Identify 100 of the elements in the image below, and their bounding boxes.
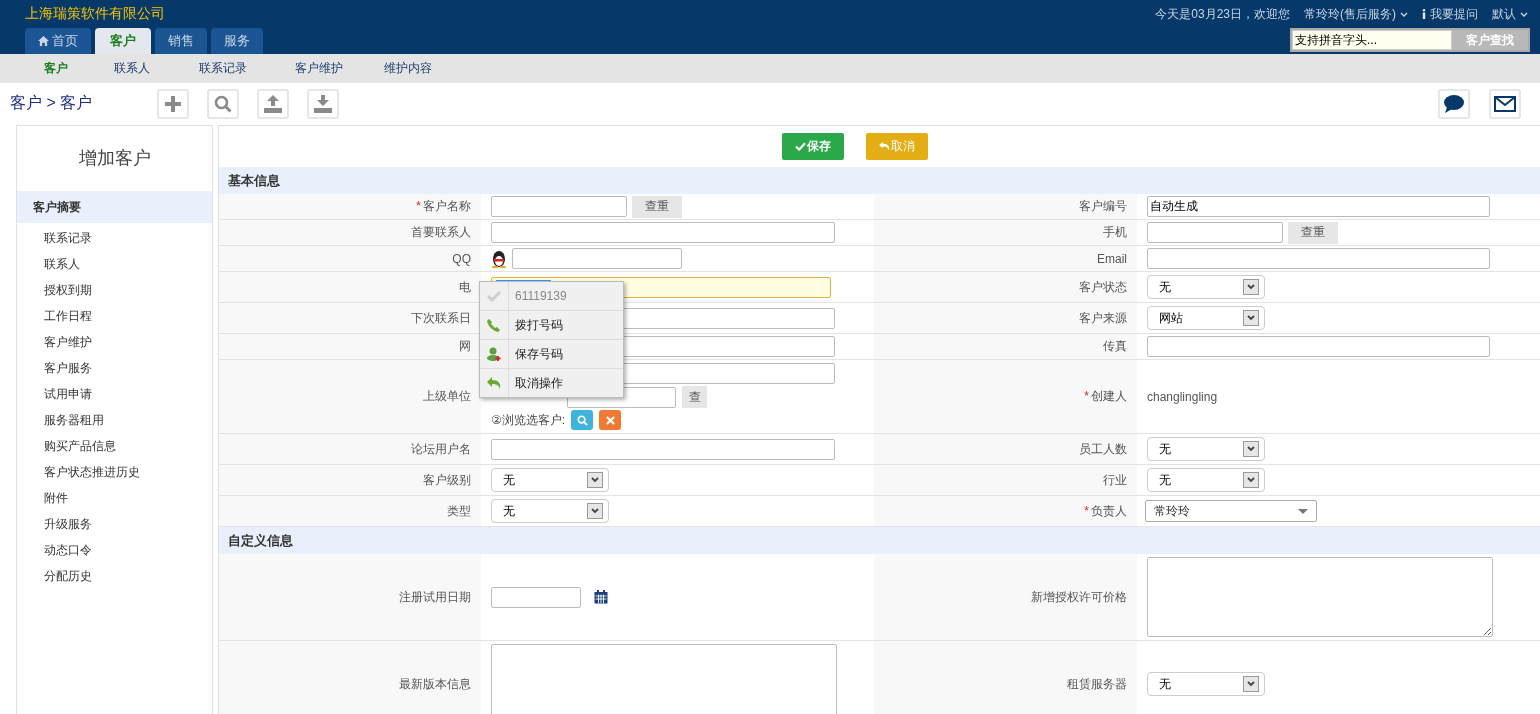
field-label: * 创建人 [1084, 388, 1127, 405]
field-label: 下次联系日 [411, 309, 471, 327]
field-label: 电 [459, 278, 471, 296]
nav-tab[interactable]: 首页 [25, 28, 91, 54]
field-label: 租赁服务器 [1067, 675, 1127, 693]
field-label: 客户编号 [1079, 198, 1127, 215]
text-field[interactable] [1147, 248, 1490, 269]
text-field[interactable] [1147, 222, 1283, 243]
select-dropdown[interactable]: 无 [1147, 437, 1265, 461]
subnav-link[interactable]: 客户维护 [274, 60, 364, 77]
sidebar-item[interactable]: 客户维护 [17, 329, 212, 355]
field-label: 传真 [1103, 338, 1127, 355]
field-label: 新增授权许可价格 [1031, 588, 1127, 606]
check-icon [487, 290, 501, 302]
sidebar-title: 增加客户 [77, 147, 152, 170]
add-button[interactable] [157, 88, 189, 119]
field-label: 最新版本信息 [399, 675, 471, 693]
duplicate-check-button[interactable]: 查重 [1288, 221, 1338, 244]
nav-tab[interactable]: 销售 [155, 28, 207, 54]
sidebar-item[interactable]: 服务器租用 [17, 407, 212, 433]
sidebar-item[interactable]: 购买产品信息 [17, 433, 212, 459]
search-icon [576, 414, 588, 426]
sidebar-item[interactable]: 升级服务 [17, 511, 212, 537]
mail-icon [1494, 95, 1516, 112]
field-label: 客户状态 [1079, 278, 1127, 296]
select-dropdown[interactable]: 无 [1147, 275, 1265, 299]
plus-icon [165, 95, 181, 112]
sidebar-item[interactable]: 工作日程 [17, 303, 212, 329]
calendar-icon[interactable] [594, 590, 608, 604]
select-dropdown[interactable]: 常玲玲 [1145, 500, 1317, 522]
nav-tab[interactable]: 客户 [95, 28, 151, 54]
select-dropdown[interactable]: 网站 [1147, 306, 1265, 330]
section-header: 自定义信息 [219, 527, 1540, 554]
text-field[interactable] [491, 438, 835, 460]
search-button[interactable] [207, 88, 239, 119]
select-dropdown[interactable]: 无 [491, 468, 609, 492]
menu-item[interactable]: 取消操作 [480, 369, 623, 397]
sidebar-item[interactable]: 客户摘要 [17, 191, 212, 223]
sidebar-item[interactable]: 联系记录 [17, 225, 212, 251]
download-button[interactable] [307, 88, 339, 119]
field-label: Email [1097, 251, 1127, 266]
sidebar-item[interactable]: 客户状态推进历史 [17, 459, 212, 485]
check-icon [794, 142, 806, 151]
speech-bubble-icon [1444, 94, 1464, 113]
text-field[interactable]: 自动生成 [1147, 196, 1490, 217]
caret-icon [1520, 11, 1528, 17]
home-icon [38, 36, 49, 46]
field-label: 客户来源 [1079, 309, 1127, 327]
field-label: 类型 [447, 502, 471, 520]
text-field[interactable] [491, 196, 627, 217]
date-field[interactable] [491, 586, 581, 608]
subnav-link[interactable]: 联系人 [92, 60, 172, 77]
menu-item[interactable]: 保存号码 [480, 340, 623, 369]
lookup-button[interactable]: 查 [682, 386, 707, 408]
chat-button[interactable] [1438, 88, 1470, 119]
upload-icon [264, 94, 282, 113]
upload-button[interactable] [257, 88, 289, 119]
clear-button[interactable] [599, 410, 622, 430]
field-label: 首要联系人 [411, 224, 471, 241]
select-dropdown[interactable]: 无 [1147, 468, 1265, 492]
close-icon [605, 415, 615, 425]
nav-tab[interactable]: 服务 [211, 28, 263, 54]
text-field[interactable] [491, 222, 835, 243]
sidebar-item[interactable]: 客户服务 [17, 355, 212, 381]
select-dropdown[interactable]: 无 [1147, 672, 1265, 696]
sidebar-item[interactable]: 附件 [17, 485, 212, 511]
field-label: 手机 [1103, 224, 1127, 241]
search-field[interactable]: 支持拼音字头... [1292, 30, 1452, 50]
user-menu[interactable]: 常玲玲(售后服务) [1304, 5, 1408, 23]
caret-icon [1400, 11, 1408, 17]
sidebar-item[interactable]: 动态口令 [17, 537, 212, 563]
field-label: 客户级别 [423, 471, 471, 489]
text-field[interactable] [1147, 336, 1490, 357]
menu-item[interactable]: 拨打号码 [480, 311, 623, 340]
subnav-link[interactable]: 维护内容 [370, 60, 446, 77]
duplicate-check-button[interactable]: 查重 [632, 195, 682, 218]
browse-label: ②浏览选客户: [491, 411, 566, 429]
undo-icon [878, 142, 890, 151]
download-icon [314, 94, 332, 113]
text-field[interactable] [512, 248, 682, 269]
theme-menu[interactable]: 默认 [1492, 5, 1528, 23]
company-name: 上海瑞策软件有限公司 [25, 5, 166, 23]
field-label: QQ [452, 251, 471, 266]
field-label: 员工人数 [1079, 440, 1127, 458]
field-label: 论坛用户名 [411, 440, 471, 458]
text-area[interactable] [1147, 557, 1493, 637]
help-link[interactable]: 我要提问 [1422, 5, 1478, 23]
browse-button[interactable] [571, 410, 594, 430]
subnav-link[interactable]: 客户 [26, 60, 86, 77]
field-label: 网 [459, 338, 471, 355]
field-label: 行业 [1103, 471, 1127, 489]
sidebar-item[interactable]: 联系人 [17, 251, 212, 277]
mail-button[interactable] [1489, 88, 1521, 119]
search-icon [214, 94, 232, 113]
caret-icon [1298, 508, 1308, 514]
sidebar-item[interactable]: 授权到期 [17, 277, 212, 303]
subnav-link[interactable]: 联系记录 [178, 60, 268, 77]
sidebar-item[interactable]: 试用申请 [17, 381, 212, 407]
select-dropdown[interactable]: 无 [491, 499, 609, 523]
sidebar-item[interactable]: 分配历史 [17, 563, 212, 589]
